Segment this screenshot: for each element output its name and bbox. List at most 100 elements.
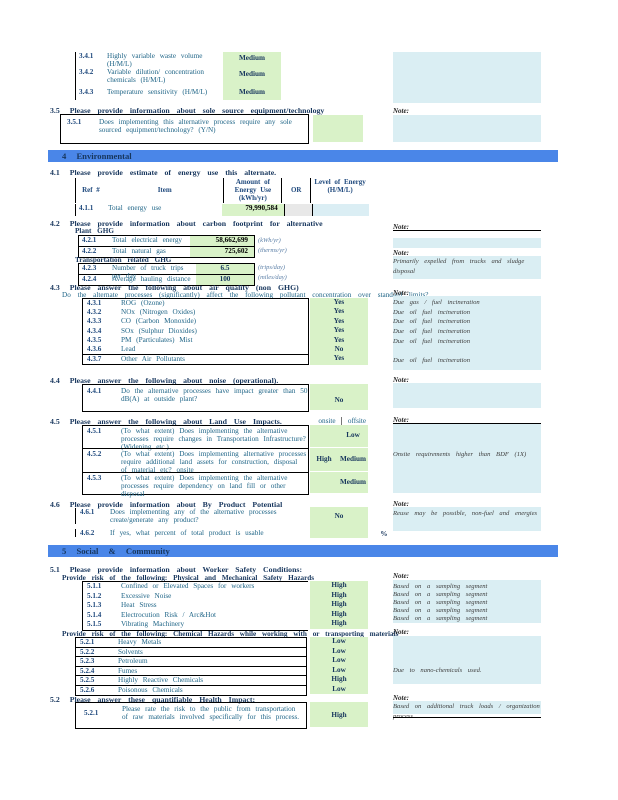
answer-cell[interactable]: Low [310, 647, 368, 657]
note-cell-transport-ghg[interactable]: Primarily expelled from trucks and sludg… [393, 256, 541, 279]
table-row-4-6-2: 4.6.2 If yes, what percent of total prod… [75, 529, 308, 537]
row-ref: 4.3.2 [83, 308, 121, 317]
row-ref: 5.2.4 [76, 667, 118, 676]
table-row: 5.1.5Vibrating Machinery [83, 620, 308, 630]
table-row-4-4-1: 4.4.1 Do the alternative processes have … [82, 384, 309, 412]
row-label: Heavy Metals [118, 638, 306, 647]
table-row: 3.4.3 Temperature sensitivity (H/M/L) [76, 88, 226, 100]
value-cell[interactable]: 79,990,584 [222, 204, 283, 216]
question-number: 3.5 [50, 106, 60, 115]
note-cell-land-use[interactable]: Onsite requirements higher than BDF (1X) [393, 423, 541, 493]
offsite-cell[interactable]: Medium [338, 448, 368, 471]
answer-cell[interactable]: Low [310, 637, 368, 647]
answer-cell[interactable]: Medium [223, 52, 281, 70]
answer-cell-3-5-1[interactable] [313, 115, 363, 142]
table-row: 5.2.3Petroleum [76, 657, 306, 667]
answer-cell[interactable]: High [310, 610, 368, 620]
note-line: Based on a sampling segment [393, 590, 541, 598]
answer-cell[interactable]: High [310, 675, 368, 685]
answer-cell[interactable]: Low [310, 685, 368, 695]
note-cell-3-5[interactable] [393, 115, 541, 142]
value-cell[interactable]: 58,662,699 [190, 236, 254, 246]
onsite-cell[interactable]: High [310, 448, 338, 471]
note-cell-plant-ghg[interactable] [393, 230, 541, 248]
note-cell-chemical-hazards[interactable]: Due to nano-chemicals used. [393, 636, 541, 684]
table-row: 4.3.4SOx (Sulphur Dioxides) [83, 327, 308, 336]
value-cell[interactable]: 725,602 [190, 247, 254, 257]
answer-cell-5-2-1[interactable]: High [310, 702, 368, 727]
onsite-cell[interactable] [310, 472, 338, 493]
offsite-cell[interactable]: Medium [338, 472, 368, 493]
table-row-4-5-2: 4.5.2 (To what extent) Does implementing… [82, 448, 309, 473]
col-header-amount: Amount of Energy Use (kWh/yr) [223, 178, 281, 203]
table-row: 3.4.2 Variable dilution/ concentration c… [76, 68, 226, 88]
row-ref: 4.3.1 [83, 299, 121, 308]
note-line [393, 346, 541, 356]
note-line: Due gas / fuel incineration [393, 298, 541, 308]
note-line: Due oil fuel incineration [393, 337, 541, 347]
row-label: Variable dilution/ concentration chemica… [107, 68, 226, 88]
answer-cell[interactable]: Medium [223, 88, 281, 100]
note-cell-air-quality[interactable]: Due gas / fuel incineration Due oil fuel… [393, 296, 541, 370]
or-cell[interactable] [284, 204, 312, 216]
question-number: 5.2 [50, 695, 60, 704]
answer-cell[interactable]: Yes [310, 317, 368, 326]
row-ref: 5.1.3 [83, 601, 121, 611]
table-row: 4.2.1 Total electrical energy 58,662,699 [79, 236, 254, 247]
question-number: 4.4 [50, 376, 60, 385]
answer-cell[interactable]: Yes [310, 298, 368, 307]
answer-cell[interactable]: Yes [310, 354, 368, 363]
table-row: 4.3.7Other Air Pollutants [83, 354, 308, 364]
row-ref: 5.1.4 [83, 611, 121, 621]
answer-cell[interactable]: No [310, 345, 368, 354]
answer-cell[interactable]: Low [310, 666, 368, 676]
row-ref: 5.2.1 [76, 638, 118, 647]
note-line: Based on a sampling segment [393, 598, 541, 606]
worksheet-page: 3.4.1 Highly variable waste volume (H/M/… [0, 0, 618, 800]
value-cell[interactable]: 6.5 [196, 264, 254, 274]
answer-cell[interactable]: No [310, 507, 368, 527]
row-label: Poisonous Chemicals [118, 686, 306, 696]
note-cell-top[interactable] [393, 52, 541, 103]
col-header-ref: Ref # [76, 178, 106, 203]
row-label: Petroleum [118, 657, 306, 666]
note-cell-health-impact[interactable]: Based on additional truck loads / organi… [393, 701, 541, 714]
subheading-plant-ghg: Plant GHG [75, 227, 114, 235]
answer-column-4-3: Yes Yes Yes Yes Yes No Yes [310, 298, 368, 365]
table-row: 4.3.6Lead [83, 345, 308, 354]
offsite-cell[interactable]: Low [338, 425, 368, 447]
row-ref: 4.3.5 [83, 336, 121, 345]
row-label: (To what extent) Does implementing the a… [121, 426, 308, 448]
table-4-2-plant: 4.2.1 Total electrical energy 58,662,699… [78, 235, 255, 258]
row-ref: 4.5.1 [83, 426, 121, 448]
col-header-offsite: offsite [343, 417, 371, 425]
col-header-level: Level of Energy (H/M/L) [310, 178, 369, 203]
note-cell-byproduct[interactable]: Reuse may be possible, non-fuel and ener… [393, 507, 541, 531]
answer-cell-4-4-1[interactable]: No [310, 384, 368, 410]
answer-cell[interactable] [310, 527, 368, 538]
unit-label: (miles/day) [258, 274, 287, 281]
answer-cell[interactable]: Low [310, 656, 368, 666]
answer-cell[interactable]: Yes [310, 307, 368, 316]
level-cell[interactable] [312, 204, 369, 216]
answer-cell[interactable]: High [310, 581, 368, 591]
answer-cell[interactable]: High [310, 600, 368, 610]
table-row: 4.3.3CO (Carbon Monoxide) [83, 317, 308, 326]
row-label: Heat Stress [121, 601, 308, 611]
note-line: Based on a sampling segment [393, 582, 541, 590]
answer-cell[interactable]: High [310, 619, 368, 629]
row-label: Number of truck trips per day [112, 264, 196, 274]
row-label: Please rate the risk to the public from … [122, 703, 306, 728]
row-ref: 3.4.2 [76, 68, 107, 88]
answer-cell[interactable]: Yes [310, 326, 368, 335]
note-cell-noise[interactable] [393, 383, 541, 408]
answer-cell[interactable]: High [310, 591, 368, 601]
note-cell-physical-hazards[interactable]: Based on a sampling segment Based on a s… [393, 580, 541, 623]
onsite-cell[interactable] [310, 425, 338, 447]
question-title: Please provide estimate of energy use th… [70, 168, 276, 177]
answer-cell[interactable]: Medium [223, 70, 281, 88]
table-3-4: 3.4.1 Highly variable waste volume (H/M/… [75, 52, 226, 100]
table-row-4-6-1: 4.6.1 Does implementing any of the alter… [75, 508, 308, 524]
table-row: 5.2.1Heavy Metals [76, 638, 306, 648]
answer-cell[interactable]: Yes [310, 336, 368, 345]
